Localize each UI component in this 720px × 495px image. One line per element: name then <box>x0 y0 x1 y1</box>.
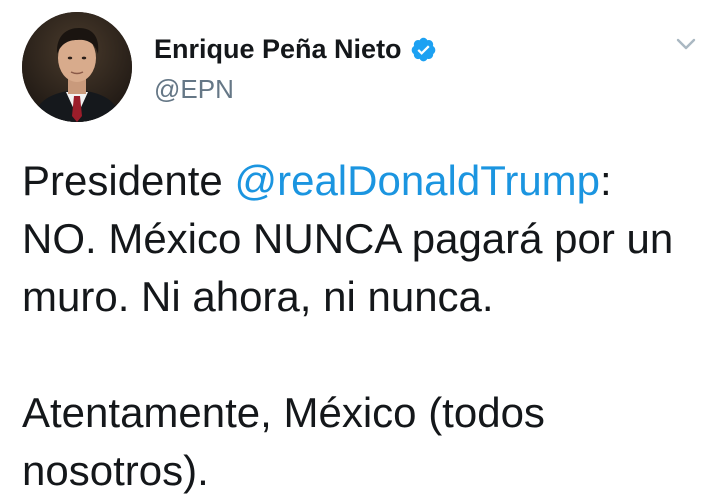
avatar[interactable] <box>22 12 132 122</box>
tweet-text-segment: Presidente <box>22 157 235 204</box>
avatar-portrait-icon <box>22 12 132 122</box>
tweet-line-5: Atentamente, México (todos <box>22 389 545 436</box>
tweet-line-1: Presidente @realDonaldTrump: <box>22 152 712 210</box>
tweet-text: Presidente @realDonaldTrump: NO. México … <box>22 152 712 495</box>
tweet-line-6: nosotros). <box>22 447 209 494</box>
tweet-line-2: NO. México NUNCA pagará por un <box>22 215 674 262</box>
mention-link[interactable]: @realDonaldTrump <box>234 157 600 204</box>
author-name-row: Enrique Peña Nieto <box>154 31 437 67</box>
user-handle[interactable]: @EPN <box>154 72 234 106</box>
tweet-text-segment: : <box>600 157 612 204</box>
tweet-card: Enrique Peña Nieto @EPN Presidente @real… <box>0 0 720 495</box>
display-name[interactable]: Enrique Peña Nieto <box>154 31 402 67</box>
chevron-down-icon[interactable] <box>672 32 700 56</box>
tweet-line-3: muro. Ni ahora, ni nunca. <box>22 273 494 320</box>
verified-badge-icon <box>410 36 437 63</box>
